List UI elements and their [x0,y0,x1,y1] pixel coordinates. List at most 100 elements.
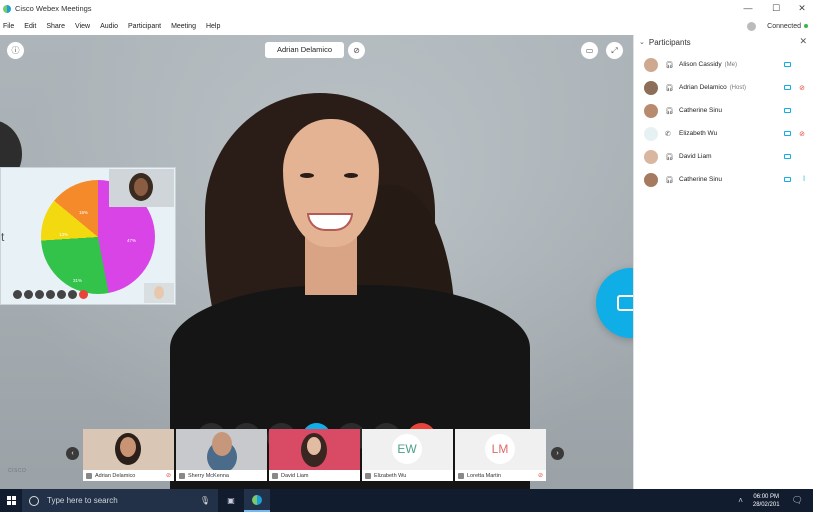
close-window-button[interactable]: ✕ [789,2,813,15]
avatar [644,172,658,187]
mini-control-icon [57,290,66,299]
mini-control-icon [46,290,55,299]
headset-icon [272,472,278,479]
video-tile[interactable]: LM Loretta Martin ⊘ [455,429,546,481]
start-button[interactable] [0,489,22,512]
participant-row[interactable]: 🎧︎ Adrian Delamico (Host) ⊘ [634,76,813,99]
menu-participant[interactable]: Participant [128,23,161,30]
tile-initials: EW [392,434,422,464]
filmstrip-prev-icon[interactable]: ‹ [66,447,79,460]
mini-control-icon [24,290,33,299]
participant-name: Adrian Delamico [679,84,727,91]
minimize-button[interactable]: — [735,2,761,15]
windows-logo-icon [6,496,16,505]
notification-icon[interactable]: 🗨︎ [792,495,803,506]
menu-meeting[interactable]: Meeting [171,23,196,30]
participant-row[interactable]: 🎧︎ David Liam [634,145,813,168]
webex-logo-icon [252,494,262,505]
thumb-face [134,178,148,196]
phone-icon: ✆ [665,130,671,138]
maximize-button[interactable]: ☐ [763,2,789,15]
windows-taskbar: Type here to search 🎙︎ ▣ ˄ 06:00 PM 28/0… [0,489,813,512]
close-panel-icon[interactable]: ✕ [799,36,807,47]
connection-status: Connected [767,22,801,30]
chevron-down-icon[interactable]: ⌄ [639,38,645,46]
pie-label: 13% [59,232,69,237]
menu-help[interactable]: Help [206,23,220,30]
participant-role: (Me) [724,61,737,68]
clock[interactable]: 06:00 PM 28/02/201 [753,493,780,509]
video-on-icon [784,154,791,159]
mini-control-icon [35,290,44,299]
pie-label: 15% [79,210,89,215]
system-tray: ˄ 06:00 PM 28/02/201 🗨︎ [738,489,813,512]
video-on-icon [784,85,791,90]
mini-control-icon [68,290,77,299]
video-tile[interactable]: Sherry McKenna [176,429,267,481]
webex-taskbar-app[interactable] [244,489,270,512]
layout-icon[interactable]: ▭ [581,42,598,59]
participant-name: David Liam [679,153,712,160]
active-speaker-name: Adrian Delamico [265,42,344,58]
mic-on-icon[interactable]: ǀ [803,176,805,183]
connection-dot [804,24,808,28]
microphone-icon[interactable]: 🎙︎ [200,496,210,505]
shared-mini-controls [13,290,88,299]
video-tile[interactable]: David Liam [269,429,360,481]
shared-content-panel[interactable]: t 47% 31% 13% 15% [0,167,176,305]
phone-icon [365,472,371,479]
lock-icon[interactable] [747,21,757,31]
pie-label: 47% [127,238,137,243]
muted-icon: ⊘ [537,473,543,479]
filmstrip: Adrian Delamico ⊘ Sherry McKenna David Li… [83,429,546,481]
participant-row[interactable]: 🎧︎ Alison Cassidy (Me) [634,53,813,76]
participant-row[interactable]: 🎧︎ Catherine Sinu ǀ [634,168,813,191]
headset-icon: 🎧︎ [665,107,674,115]
pie-label: 31% [73,278,83,283]
tile-name: Loretta Martin [467,472,501,479]
video-tile[interactable]: EW Elizabeth Wu [362,429,453,481]
speaker-eye-left [300,173,314,178]
speaker-eye-right [344,173,358,178]
task-view-icon[interactable]: ▣ [218,489,244,512]
cortana-icon [29,495,39,506]
avatar [644,149,658,164]
participant-role: (Host) [729,84,747,91]
clock-date: 28/02/201 [752,501,780,508]
webex-logo-icon [3,4,11,13]
video-tile[interactable]: Adrian Delamico ⊘ [83,429,174,481]
tile-face [307,437,321,455]
participant-name: Catherine Sinu [679,176,722,183]
muted-icon[interactable]: ⊘ [799,130,805,138]
headset-icon: 🎧︎ [665,153,674,161]
menu-view[interactable]: View [75,23,90,30]
participant-row[interactable]: ✆ Elizabeth Wu ⊘ [634,122,813,145]
unpin-icon[interactable]: ⊘ [348,42,365,59]
muted-icon[interactable]: ⊘ [799,84,805,92]
menu-audio[interactable]: Audio [100,23,118,30]
headset-icon: 🎧︎ [665,61,674,69]
tile-name: Elizabeth Wu [374,472,407,479]
search-placeholder: Type here to search [47,496,118,505]
participant-name: Catherine Sinu [679,107,722,114]
meeting-info-icon[interactable]: ⓘ [7,42,24,59]
participant-row[interactable]: 🎧︎ Catherine Sinu [634,99,813,122]
menu-file[interactable]: File [3,23,14,30]
headset-icon: 🎧︎ [665,84,674,92]
participant-name: Alison Cassidy [679,61,722,68]
panel-header[interactable]: ⌄ Participants ✕ [634,35,813,49]
mini-leave-icon [79,290,88,299]
avatar [644,57,658,72]
filmstrip-next-icon[interactable]: › [551,447,564,460]
tile-name: Adrian Delamico [95,472,136,479]
taskbar-search[interactable]: Type here to search 🎙︎ [22,489,218,512]
menu-share[interactable]: Share [46,23,65,30]
menu-edit[interactable]: Edit [24,23,36,30]
fullscreen-icon[interactable]: ⤢ [606,42,623,59]
chevron-up-icon[interactable]: ˄ [738,496,743,505]
shared-thumbnail-self [144,283,174,303]
video-on-icon [784,62,791,67]
headset-icon: 🎧︎ [665,176,674,184]
mini-control-icon [13,290,22,299]
muted-icon: ⊘ [165,473,171,479]
